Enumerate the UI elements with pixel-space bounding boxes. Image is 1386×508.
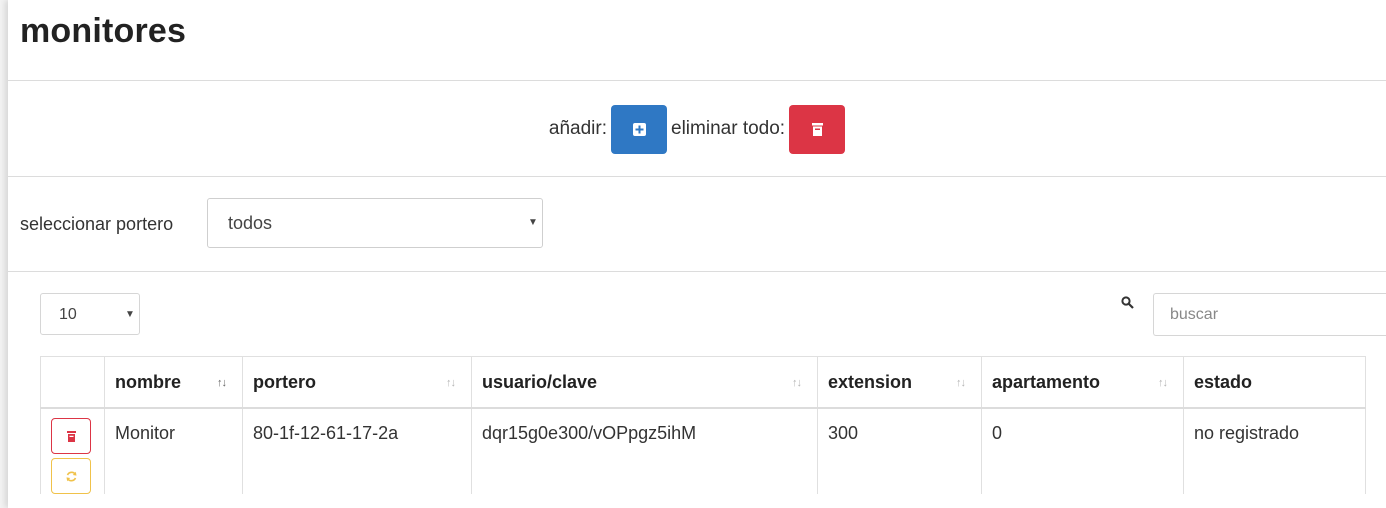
- plus-square-icon: [632, 122, 646, 136]
- cell-usuario-clave: dqr15g0e300/vOPpgz5ihM: [471, 408, 818, 494]
- delete-row-button[interactable]: [51, 418, 91, 454]
- column-header-portero[interactable]: portero ↑↓: [242, 356, 472, 409]
- cell-portero: 80-1f-12-61-17-2a: [242, 408, 472, 494]
- cell-apartamento: 0: [981, 408, 1184, 494]
- portero-selected-value: todos: [228, 213, 273, 233]
- cell-extension: 300: [817, 408, 982, 494]
- sort-icon: ↑↓: [1158, 377, 1168, 389]
- portero-label: seleccionar portero: [20, 214, 174, 234]
- cell-nombre: Monitor: [104, 408, 243, 494]
- column-header-extension[interactable]: extension ↑↓: [817, 356, 982, 409]
- column-header-label: apartamento: [992, 371, 1101, 392]
- column-header-estado[interactable]: estado: [1183, 356, 1366, 409]
- column-header-label: extension: [828, 371, 913, 392]
- table-header-row: nombre ↑↓ portero ↑↓ usuario/clave ↑↓ ex…: [40, 356, 1366, 409]
- action-bar: añadir: eliminar todo:: [8, 103, 1386, 155]
- delete-all-label: eliminar todo:: [671, 118, 786, 139]
- add-label: añadir:: [548, 118, 608, 139]
- column-header-label: usuario/clave: [482, 371, 598, 392]
- divider: [8, 176, 1386, 177]
- sort-icon: ↑↓: [792, 377, 802, 389]
- divider: [8, 271, 1386, 272]
- page-title: monitores: [20, 12, 187, 50]
- column-header-actions: [40, 356, 105, 409]
- portero-select[interactable]: todos ▼: [207, 198, 543, 248]
- table-row: Monitor 80-1f-12-61-17-2a dqr15g0e300/vO…: [40, 408, 1366, 494]
- refresh-icon: [66, 471, 76, 481]
- delete-all-button[interactable]: [789, 104, 846, 154]
- column-header-label: estado: [1194, 371, 1253, 392]
- chevron-down-icon: ▼: [528, 217, 538, 228]
- column-header-usuario-clave[interactable]: usuario/clave ↑↓: [471, 356, 818, 409]
- page-length-select[interactable]: 10 ▼: [40, 293, 140, 335]
- row-actions-cell: [40, 408, 105, 494]
- trash-icon: [66, 430, 76, 442]
- search-icon: [1121, 296, 1134, 314]
- column-header-apartamento[interactable]: apartamento ↑↓: [981, 356, 1184, 409]
- chevron-down-icon: ▼: [125, 309, 135, 320]
- sort-icon: ↑↓: [217, 377, 227, 389]
- sort-icon: ↑↓: [956, 377, 966, 389]
- column-header-nombre[interactable]: nombre ↑↓: [104, 356, 243, 409]
- sort-icon: ↑↓: [446, 377, 456, 389]
- refresh-row-button[interactable]: [51, 458, 91, 494]
- status-badge: no registrado: [1183, 408, 1366, 494]
- column-header-label: portero: [253, 371, 316, 392]
- main-panel: monitores añadir: eliminar todo: selecci…: [8, 0, 1386, 508]
- divider: [8, 80, 1386, 81]
- column-header-label: nombre: [115, 371, 182, 392]
- add-button[interactable]: [611, 104, 668, 154]
- search-input[interactable]: [1153, 293, 1386, 336]
- monitors-table: nombre ↑↓ portero ↑↓ usuario/clave ↑↓ ex…: [40, 356, 1366, 494]
- trash-icon: [811, 122, 823, 136]
- page-length-value: 10: [59, 306, 77, 323]
